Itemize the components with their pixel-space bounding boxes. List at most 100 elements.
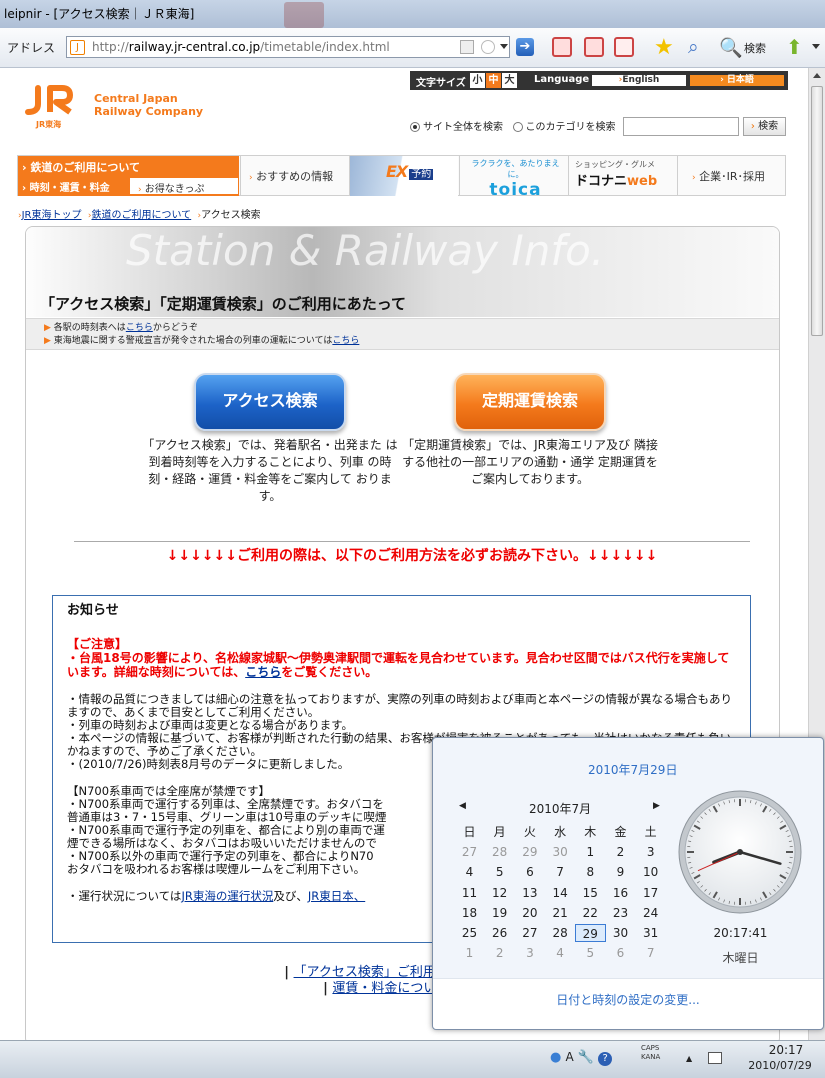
calendar-full-date[interactable]: 2010年7月29日 [588,761,677,778]
calendar-day[interactable]: 21 [545,904,576,922]
calendar-day[interactable]: 12 [484,884,515,902]
font-size-large-button[interactable]: 大 [502,73,517,88]
calendar-day[interactable]: 2 [605,843,636,861]
calendar-day[interactable]: 2 [484,944,515,962]
favorites-star-icon[interactable]: ★ [654,35,674,60]
calendar-day[interactable]: 24 [635,904,666,922]
nav-ex-reservation[interactable]: EX 予約 [349,156,458,196]
taskbar-clock-date[interactable]: 2010/07/29 [740,1059,820,1072]
network-icon[interactable] [708,1052,722,1064]
taskbar-clock-time[interactable]: 20:17 [756,1043,816,1057]
breadcrumb-home[interactable]: JR東海トップ [22,210,82,221]
font-size-small-button[interactable]: 小 [470,73,485,88]
scroll-thumb[interactable] [811,86,823,336]
calendar-day[interactable]: 28 [484,843,515,861]
language-japanese-button[interactable]: › 日本語 [690,75,784,86]
calendar-day[interactable]: 18 [454,904,485,922]
close-tab-icon[interactable] [552,37,572,57]
jr-logo[interactable] [22,84,84,118]
commuter-fare-search-button[interactable]: 定期運賃検索 [454,373,606,431]
search-icon[interactable]: 🔍 [719,36,743,59]
calendar-day[interactable]: 19 [484,904,515,922]
dropdown-icon[interactable] [500,44,508,49]
page-icon[interactable] [460,40,474,54]
jr-central-status-link[interactable]: JR東海の運行状況 [181,889,273,903]
site-search-input[interactable] [623,117,739,136]
calendar-day[interactable]: 1 [575,843,606,861]
language-english-button[interactable]: ›English [592,75,686,86]
calendar-month-label[interactable]: 2010年7月 [529,800,591,817]
calendar-day[interactable]: 27 [454,843,485,861]
calendar-day-today[interactable]: 29 [574,924,606,942]
calendar-day[interactable]: 22 [575,904,606,922]
calendar-day[interactable]: 7 [635,944,666,962]
stop-icon[interactable] [481,40,495,54]
calendar-day[interactable]: 4 [545,944,576,962]
change-date-time-settings-link[interactable]: 日付と時刻の設定の変更... [433,991,823,1008]
calendar-day[interactable]: 6 [514,863,545,881]
calendar-day[interactable]: 26 [484,924,515,942]
calendar-day[interactable]: 30 [545,843,576,861]
calendar-day[interactable]: 27 [514,924,545,942]
calendar-day[interactable]: 31 [635,924,666,942]
help-icon[interactable]: ? [598,1052,613,1066]
search-label[interactable]: 検索 [744,40,766,56]
access-search-button[interactable]: アクセス検索 [194,373,346,431]
calendar-day[interactable]: 15 [575,884,606,902]
calendar-day[interactable]: 29 [514,843,545,861]
calendar-day[interactable]: 5 [575,944,606,962]
calendar-day[interactable]: 6 [605,944,636,962]
calendar-day[interactable]: 28 [545,924,576,942]
ime-mode-icon[interactable]: A [565,1050,573,1064]
calendar-day[interactable]: 5 [484,863,515,881]
nav-corporate[interactable]: › 企業･IR･採用 [677,156,786,196]
address-url[interactable]: http://railway.jr-central.co.jp/timetabl… [92,40,390,54]
calendar-day[interactable]: 3 [514,944,545,962]
radio-category[interactable]: このカテゴリを検索 [512,122,616,133]
calendar-day[interactable]: 16 [605,884,636,902]
ime-icon[interactable]: ● [550,1050,561,1065]
nav-toica[interactable]: ラクラクを、あたりまえに。 toica [459,156,567,200]
nav-timetable-fares[interactable]: › 時刻・運賃・料金 [22,179,110,194]
earthquake-link[interactable]: こちら [332,336,359,346]
calendar-day[interactable]: 23 [605,904,636,922]
calendar-next-month-icon[interactable]: ▶ [653,801,660,811]
up-arrow-icon[interactable]: ⬆ [786,35,803,59]
timetable-link[interactable]: こちら [126,323,153,333]
nav-discount-tickets[interactable]: › お得なきっぷ [130,178,238,195]
nav-dokonani-web[interactable]: ショッピング・グルメ ドコナニweb [568,156,676,196]
tools-icon[interactable]: 🔧 [578,1050,594,1065]
jr-east-status-link[interactable]: JR東日本、 [308,889,365,903]
company-name: Central Japan Railway Company [94,92,204,118]
close-tabs-icon[interactable] [584,37,604,57]
calendar-day[interactable]: 8 [575,863,606,881]
calendar-day[interactable]: 30 [605,924,636,942]
calendar-prev-month-icon[interactable]: ◀ [459,801,466,811]
calendar-day[interactable]: 25 [454,924,485,942]
radio-site-all[interactable]: サイト全体を検索 [410,122,503,133]
chevron-down-icon[interactable] [812,44,820,49]
page-search-icon[interactable]: ⌕ [688,36,699,58]
calendar-day[interactable]: 17 [635,884,666,902]
calendar-day[interactable]: 20 [514,904,545,922]
calendar-day[interactable]: 4 [454,863,485,881]
calendar-day[interactable]: 14 [545,884,576,902]
scroll-up-icon[interactable] [813,73,821,78]
calendar-day[interactable]: 9 [605,863,636,881]
site-search-button[interactable]: › 検索 [743,117,786,136]
calendar-day[interactable]: 1 [454,944,485,962]
go-button[interactable]: ➔ [516,38,534,56]
font-size-medium-button[interactable]: 中 [486,73,501,88]
calendar-day[interactable]: 10 [635,863,666,881]
show-hidden-icons-icon[interactable]: ▲ [686,1054,692,1063]
address-bar[interactable]: J http://railway.jr-central.co.jp/timeta… [66,36,510,58]
alert-detail-link[interactable]: こちら [245,665,281,679]
calendar-day[interactable]: 7 [545,863,576,881]
calendar-day[interactable]: 3 [635,843,666,861]
close-window-icon[interactable] [614,37,634,57]
calendar-day[interactable]: 11 [454,884,485,902]
nav-rail-usage[interactable]: › 鉄道のご利用について › 時刻・運賃・料金 › お得なきっぷ [18,156,239,196]
breadcrumb-rail[interactable]: 鉄道のご利用について [91,210,191,221]
calendar-day[interactable]: 13 [514,884,545,902]
nav-recommended[interactable]: › おすすめの情報 [240,156,348,196]
